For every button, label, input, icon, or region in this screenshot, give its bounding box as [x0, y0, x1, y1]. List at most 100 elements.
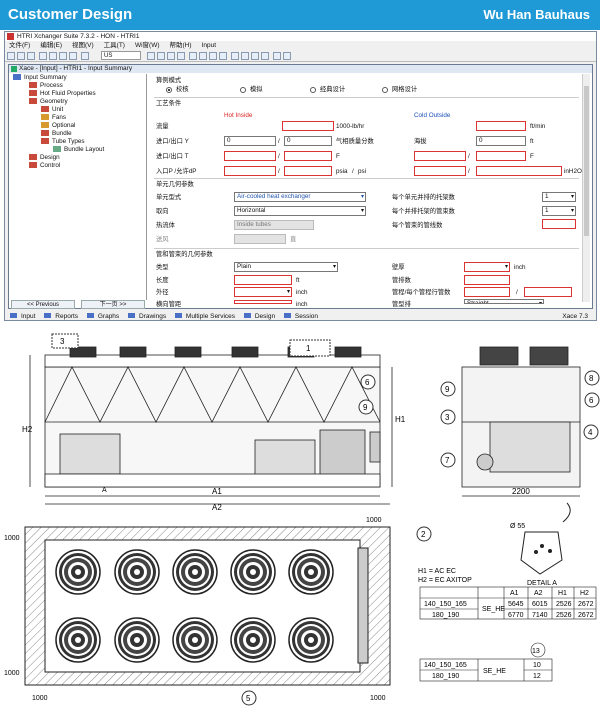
form-scrollbar[interactable] — [582, 74, 590, 302]
tube-type-select[interactable]: Plain — [234, 262, 338, 272]
cold-inlet-t-input[interactable] — [414, 151, 466, 161]
open-icon[interactable] — [17, 52, 25, 60]
tab-input[interactable]: Input — [21, 313, 35, 320]
wall-thickness-select[interactable] — [464, 262, 510, 272]
tab-reports[interactable]: Reports — [55, 313, 78, 320]
bays-select[interactable]: 1 — [542, 192, 576, 202]
tubes-per-pass-input[interactable] — [524, 287, 572, 297]
callout-3b: 3 — [445, 413, 450, 422]
mode-simulation-radio[interactable] — [240, 87, 246, 93]
menu-view[interactable]: 视图(V) — [72, 42, 94, 49]
mode-rating-radio[interactable] — [166, 87, 172, 93]
paste-icon[interactable] — [69, 52, 77, 60]
app-window: HTRI Xchanger Suite 7.3.2 - HON - HTRI1 … — [4, 31, 597, 321]
tool-k-icon[interactable] — [251, 52, 259, 60]
table1-cell: 180_190 — [432, 612, 459, 619]
new-icon[interactable] — [7, 52, 15, 60]
mode-classic-design-radio[interactable] — [310, 87, 316, 93]
tool-i-icon[interactable] — [231, 52, 239, 60]
inlet-t-input[interactable] — [224, 151, 276, 161]
length-label: 长度 — [156, 277, 169, 284]
callout-6: 6 — [365, 378, 370, 387]
slash-sep: / — [278, 138, 280, 145]
unit-section-title: 单元几何参数 — [156, 181, 194, 188]
tab-graphs[interactable]: Graphs — [98, 313, 119, 320]
cut-icon[interactable] — [49, 52, 57, 60]
pattern-select[interactable]: Straight — [464, 299, 544, 304]
menu-help[interactable]: 帮助(H) — [170, 42, 192, 49]
menu-window[interactable]: Wi窗(W) — [135, 42, 160, 49]
tool-n-icon[interactable] — [283, 52, 291, 60]
run-icon[interactable] — [81, 52, 89, 60]
pitch-input[interactable] — [234, 300, 292, 304]
outlet-t-input[interactable] — [284, 151, 332, 161]
inlet-y-input[interactable]: 0 — [224, 136, 276, 146]
mode-grid-design-radio[interactable] — [382, 87, 388, 93]
tab-multiple-services[interactable]: Multiple Services — [186, 313, 235, 320]
length-input[interactable] — [234, 275, 292, 285]
orientation-select[interactable]: Horizontal — [234, 206, 366, 216]
scrollbar-thumb[interactable] — [584, 86, 589, 236]
detail-a — [520, 502, 571, 575]
process-section-title: 工艺条件 — [156, 100, 182, 107]
tree-optional[interactable]: Optional — [41, 122, 75, 130]
outlet-y-input[interactable]: 0 — [284, 136, 332, 146]
menu-edit[interactable]: 编辑(E) — [40, 42, 62, 49]
tree-bundle[interactable]: Bundle — [41, 130, 72, 138]
fan-count-table-text: 13 SE_HE 140_150_165 10 180_190 12 — [424, 648, 541, 680]
menu-input[interactable]: Input — [202, 42, 216, 49]
tool-d-icon[interactable] — [177, 52, 185, 60]
passes-input[interactable] — [464, 287, 510, 297]
menu-tools[interactable]: 工具(T) — [104, 42, 125, 49]
tab-design[interactable]: Design — [255, 313, 275, 320]
tree-control[interactable]: Control — [29, 162, 60, 170]
tree-geometry[interactable]: Geometry — [29, 98, 68, 106]
bundles-select[interactable]: 1 — [542, 206, 576, 216]
psi-unit: psi — [358, 168, 367, 175]
allowed-dp-input[interactable] — [284, 166, 332, 176]
tree-unit[interactable]: Unit — [41, 106, 63, 114]
window-title: HTRI Xchanger Suite 7.3.2 - HON - HTRI1 — [17, 33, 140, 40]
inlet-pressure-input[interactable] — [224, 166, 276, 176]
tree-hot-fluid-properties[interactable]: Hot Fluid Properties — [29, 90, 96, 98]
tree-input-summary[interactable]: Input Summary — [13, 74, 67, 82]
tool-g-icon[interactable] — [209, 52, 217, 60]
save-icon[interactable] — [27, 52, 35, 60]
tree-process[interactable]: Process — [29, 82, 63, 90]
callout-3: 3 — [60, 337, 65, 346]
tool-j-icon[interactable] — [241, 52, 249, 60]
cold-velocity-input[interactable] — [476, 121, 526, 131]
tool-m-icon[interactable] — [273, 52, 281, 60]
hot-fluid-location: Inside tubes — [234, 220, 314, 230]
tubes-input[interactable] — [542, 219, 576, 229]
tree-tube-types[interactable]: Tube Types — [41, 138, 85, 146]
tool-l-icon[interactable] — [261, 52, 269, 60]
tool-c-icon[interactable] — [167, 52, 175, 60]
table2-cell: 10 — [533, 662, 541, 669]
menu-file[interactable]: 文件(F) — [9, 42, 30, 49]
print-icon[interactable] — [39, 52, 47, 60]
altitude-input[interactable]: 0 — [476, 136, 526, 146]
tool-a-icon[interactable] — [147, 52, 155, 60]
cold-outlet-t-input[interactable] — [476, 151, 526, 161]
cold-pressure-input[interactable] — [414, 166, 466, 176]
tab-session[interactable]: Session — [295, 313, 318, 320]
tool-f-icon[interactable] — [199, 52, 207, 60]
tool-e-icon[interactable] — [189, 52, 197, 60]
tool-h-icon[interactable] — [219, 52, 227, 60]
tree-design[interactable]: Design — [29, 154, 60, 162]
cold-dp-input[interactable] — [476, 166, 562, 176]
tree-bundle-layout[interactable]: Bundle Layout — [53, 146, 104, 154]
copy-icon[interactable] — [59, 52, 67, 60]
units-select[interactable]: US — [101, 51, 141, 60]
od-select[interactable] — [234, 287, 292, 297]
tool-b-icon[interactable] — [157, 52, 165, 60]
hot-flow-input[interactable] — [282, 121, 334, 131]
tree-fans[interactable]: Fans — [41, 114, 66, 122]
next-button[interactable]: 下一页 >> — [81, 300, 145, 309]
tube-rows-input[interactable] — [464, 275, 510, 285]
unit-type-select[interactable]: Air-cooled heat exchanger — [234, 192, 366, 202]
previous-button[interactable]: << Previous — [11, 300, 75, 309]
banner-title-left: Customer Design — [8, 6, 133, 23]
tab-drawings[interactable]: Drawings — [139, 313, 166, 320]
